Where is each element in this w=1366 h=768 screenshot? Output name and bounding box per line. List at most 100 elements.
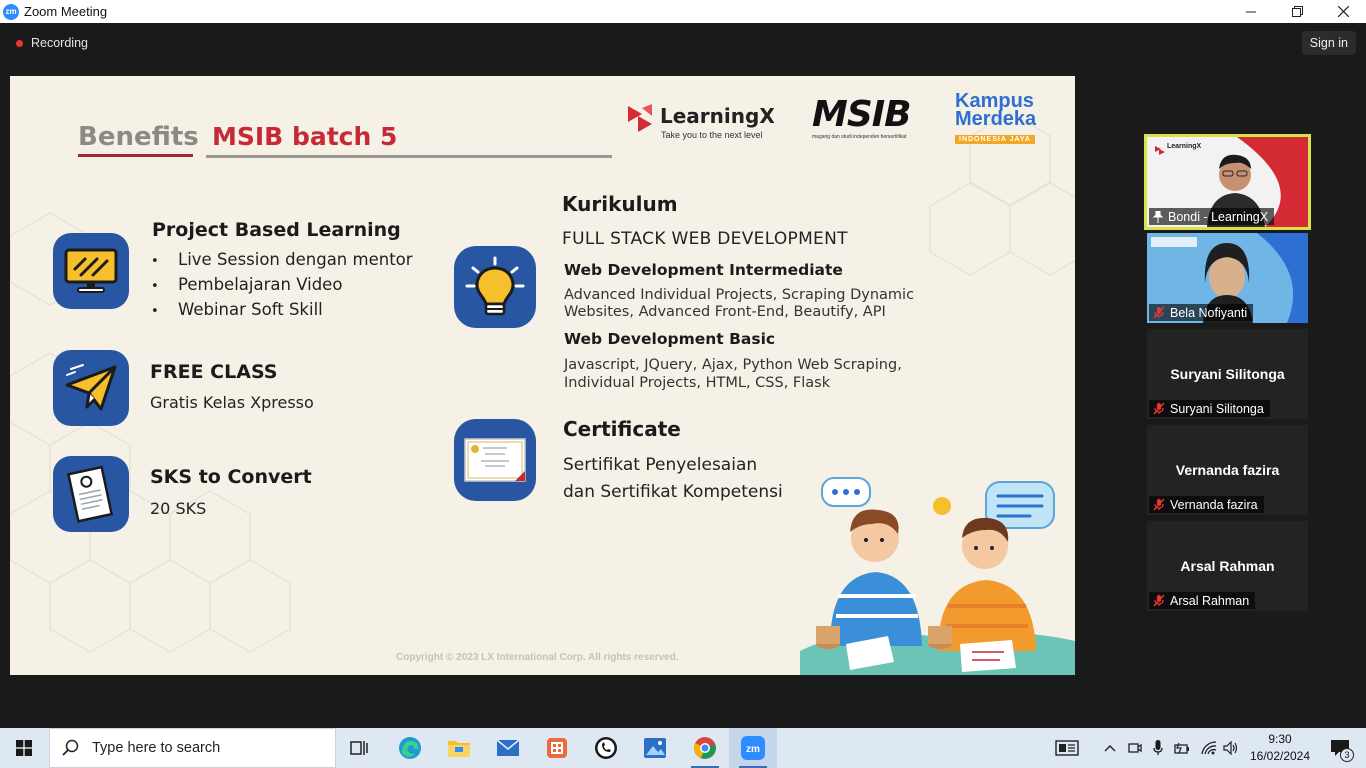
participant-display-name: Arsal Rahman: [1180, 558, 1275, 574]
taskbar-clock[interactable]: 9:30 16/02/2024: [1242, 731, 1318, 765]
edge-app[interactable]: [386, 728, 434, 768]
windows-taskbar: Type here to search zm 9:30 16/02/2024 3: [0, 728, 1366, 768]
recording-dot-icon: [16, 39, 23, 47]
clock-time: 9:30: [1268, 732, 1292, 746]
participant-tile-vernanda[interactable]: Vernanda fazira Vernanda fazira: [1147, 425, 1308, 515]
participant-tile-arsal[interactable]: Arsal Rahman Arsal Rahman: [1147, 521, 1308, 611]
msib-logo: MSIB magang dan studi independen bersert…: [812, 96, 944, 142]
whatsapp-app[interactable]: [582, 728, 630, 768]
learningx-logo: LearningX Take you to the next level: [628, 102, 804, 142]
learningx-logo-name: LearningX: [660, 104, 775, 128]
kampus-merdeka-logo-tagline: INDONESIA JAYA: [955, 135, 1035, 144]
benefits-tab-underline: [78, 154, 193, 157]
photos-icon: [644, 738, 666, 758]
kampus-merdeka-logo: Kampus Merdeka INDONESIA JAYA: [955, 90, 1051, 144]
mic-muted-icon: [1153, 402, 1165, 415]
microphone-icon: [1153, 740, 1163, 755]
wifi-icon: [1201, 741, 1217, 755]
people-discussion-illustration: [800, 477, 1075, 675]
window-titlebar: zm Zoom Meeting: [0, 0, 1366, 23]
recording-indicator[interactable]: Recording: [10, 32, 88, 54]
paper-plane-icon: [53, 350, 129, 426]
participant-tile-bela[interactable]: Bela Nofiyanti: [1147, 233, 1308, 323]
participant-name-tag: Bela Nofiyanti: [1149, 304, 1254, 321]
minimize-button[interactable]: [1228, 0, 1274, 23]
participant-name: Vernanda fazira: [1170, 497, 1258, 512]
monitor-icon: [53, 233, 129, 309]
meet-now-icon: [1128, 743, 1142, 753]
sks-text: 20 SKS: [150, 499, 207, 518]
project-based-title: Project Based Learning: [152, 219, 401, 241]
certificate-icon: [454, 419, 536, 501]
restore-icon: [1291, 6, 1303, 17]
free-class-title: FREE CLASS: [150, 361, 278, 383]
participant-name-tag: Bondi - LearningX: [1149, 208, 1275, 225]
windows-logo-icon: [16, 740, 32, 756]
certificate-line-2: dan Sertifikat Kompetensi: [563, 482, 783, 502]
kurikulum-title: Kurikulum: [562, 192, 678, 216]
zoom-logo-icon: zm: [3, 3, 19, 20]
whatsapp-icon: [595, 737, 617, 759]
intermediate-line-1: Advanced Individual Projects, Scraping D…: [564, 287, 915, 303]
notifications-button[interactable]: 3: [1322, 728, 1358, 768]
participant-name: Bondi - LearningX: [1168, 209, 1269, 224]
chrome-app[interactable]: [681, 728, 729, 768]
kurikulum-subtitle: FULL STACK WEB DEVELOPMENT: [562, 229, 848, 249]
mail-app[interactable]: [484, 728, 532, 768]
news-widget-button[interactable]: [1052, 728, 1082, 768]
news-icon: [1055, 740, 1079, 756]
mail-icon: [496, 739, 520, 756]
learningx-watermark: LearningX: [1167, 143, 1202, 150]
certificate-line-1: Sertifikat Penyelesaian: [563, 455, 758, 475]
start-button[interactable]: [0, 728, 48, 768]
lightbulb-icon: [454, 246, 536, 328]
kampus-merdeka-logo-name: Kampus Merdeka: [955, 90, 1037, 130]
intermediate-title: Web Development Intermediate: [564, 261, 843, 279]
recording-label: Recording: [31, 36, 88, 50]
mic-muted-icon: [1153, 594, 1165, 607]
file-explorer-app[interactable]: [435, 728, 483, 768]
shared-screen[interactable]: Benefits MSIB batch 5 LearningX Take you…: [10, 76, 1075, 675]
folder-icon: [448, 741, 470, 757]
free-class-text: Gratis Kelas Xpresso: [150, 393, 314, 412]
edge-icon: [399, 737, 421, 759]
participant-tile-suryani[interactable]: Suryani Silitonga Suryani Silitonga: [1147, 329, 1308, 419]
project-based-list: Live Session dengan mentor Pembelajaran …: [151, 250, 413, 325]
basic-line-1: Javascript, JQuery, Ajax, Python Web Scr…: [564, 357, 902, 373]
basic-line-2: Individual Projects, HTML, CSS, Flask: [564, 375, 831, 391]
msib-logo-tagline: magang dan studi independen bersertifika…: [812, 134, 907, 140]
show-hidden-icons-button[interactable]: [1100, 728, 1120, 768]
office-app[interactable]: [533, 728, 581, 768]
wifi-tray-button[interactable]: [1198, 728, 1220, 768]
taskbar-search-box[interactable]: Type here to search: [49, 728, 336, 768]
participant-display-name: Vernanda fazira: [1175, 462, 1280, 478]
svg-text:zm: zm: [746, 744, 760, 755]
volume-tray-button[interactable]: [1220, 728, 1242, 768]
document-icon: [53, 456, 129, 532]
copyright-text: Copyright © 2023 LX International Corp. …: [396, 652, 679, 663]
restore-button[interactable]: [1274, 0, 1320, 23]
close-icon: [1337, 6, 1349, 17]
sign-in-button[interactable]: Sign in: [1301, 31, 1356, 55]
task-view-button[interactable]: [336, 728, 384, 768]
minimize-icon: [1246, 11, 1256, 12]
office-icon: [547, 738, 567, 758]
battery-tray-button[interactable]: [1172, 728, 1192, 768]
microphone-tray-button[interactable]: [1148, 728, 1168, 768]
close-button[interactable]: [1320, 0, 1366, 23]
basic-title: Web Development Basic: [564, 330, 776, 348]
msib-batch-tab: MSIB batch 5: [212, 122, 398, 151]
meet-now-button[interactable]: [1124, 728, 1146, 768]
pin-icon: [1153, 210, 1163, 223]
mic-muted-icon: [1153, 306, 1165, 319]
notifications-badge: 3: [1340, 748, 1354, 762]
volume-icon: [1223, 741, 1238, 755]
photos-app[interactable]: [631, 728, 679, 768]
battery-icon: [1174, 742, 1189, 754]
clock-date: 16/02/2024: [1249, 749, 1311, 763]
intermediate-line-2: Websites, Advanced Front-End, Beautify, …: [564, 304, 886, 320]
participant-name-tag: Vernanda fazira: [1149, 496, 1264, 513]
learningx-logo-tagline: Take you to the next level: [661, 130, 763, 140]
zoom-app[interactable]: zm: [729, 728, 777, 768]
participant-tile-bondi[interactable]: LearningX Bondi - LearningX: [1144, 134, 1311, 230]
